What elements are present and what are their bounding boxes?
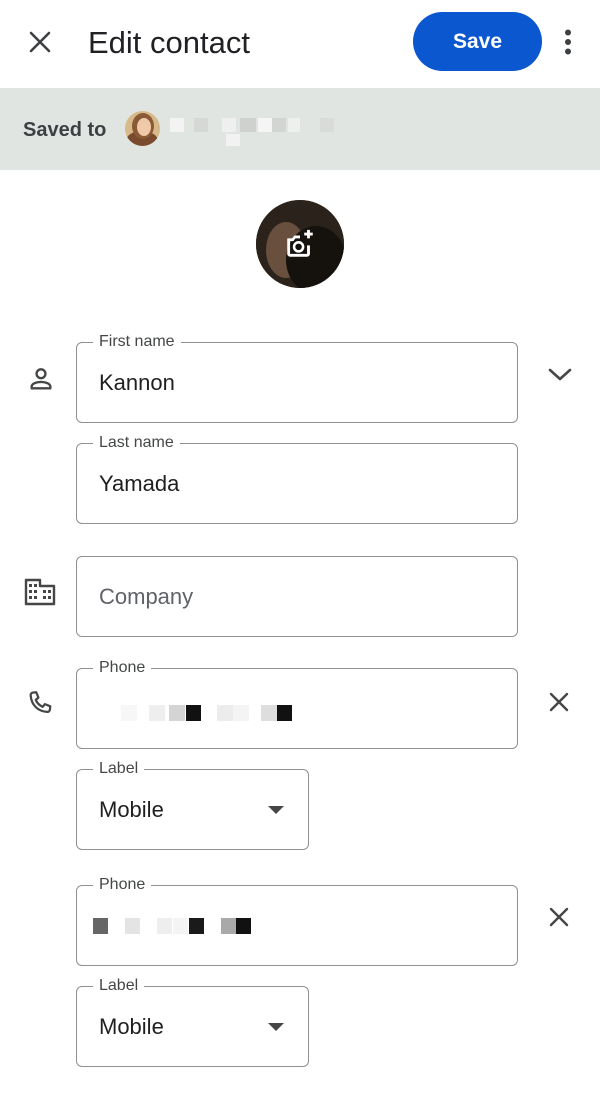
account-avatar [125, 111, 160, 146]
phone-type-value-2: Mobile [99, 1013, 164, 1039]
phone-type-select-1[interactable]: Label Mobile [76, 759, 309, 850]
last-name-field[interactable]: Last name Yamada [76, 433, 518, 524]
phone-field-1[interactable]: Phone [76, 658, 518, 749]
close-button[interactable] [22, 24, 58, 60]
close-icon [549, 907, 569, 927]
company-placeholder: Company [99, 583, 194, 609]
phone-field-2[interactable]: Phone [76, 875, 518, 966]
first-name-field[interactable]: First name Kannon [76, 332, 518, 423]
last-name-value: Yamada [99, 470, 180, 496]
chevron-down-icon [548, 368, 572, 381]
phone-type-value-1: Mobile [99, 796, 164, 822]
first-name-value: Kannon [99, 369, 175, 395]
remove-phone-button-2[interactable] [542, 900, 576, 934]
phone-type-select-2[interactable]: Label Mobile [76, 976, 309, 1067]
expand-name-button[interactable] [540, 358, 580, 392]
phone-icon [22, 686, 58, 722]
business-icon [22, 575, 58, 609]
close-icon [29, 31, 51, 53]
redacted-account-email [170, 118, 340, 148]
close-icon [549, 692, 569, 712]
company-field[interactable]: Company [76, 556, 518, 637]
redacted-phone-number-2 [93, 918, 253, 934]
page-title: Edit contact [88, 25, 250, 60]
add-photo-icon [287, 229, 313, 257]
remove-phone-button-1[interactable] [542, 685, 576, 719]
redacted-phone-number-1 [121, 705, 292, 721]
saved-to-label: Saved to [23, 119, 107, 141]
contact-photo-button[interactable] [256, 200, 344, 288]
arrow-drop-down-icon [268, 805, 284, 814]
phone-label-1: Phone [93, 658, 152, 678]
arrow-drop-down-icon [268, 1022, 284, 1031]
person-icon [24, 362, 58, 396]
save-button[interactable]: Save [413, 12, 542, 71]
more-vert-icon [565, 29, 571, 55]
more-options-button[interactable] [554, 24, 582, 60]
top-app-bar: Edit contact Save [0, 0, 600, 88]
phone-label-2: Phone [93, 875, 152, 895]
